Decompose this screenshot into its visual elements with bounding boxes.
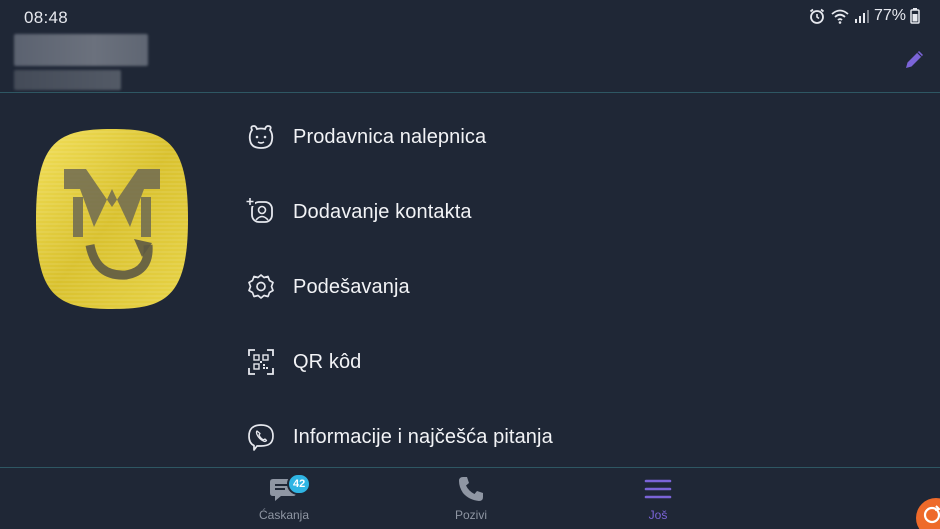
phone-icon	[459, 477, 483, 501]
tab-more[interactable]: Još	[598, 468, 718, 529]
menu-item-settings[interactable]: Podešavanja	[245, 257, 935, 317]
refresh-icon	[923, 505, 940, 524]
tab-label: Još	[648, 508, 668, 522]
menu-item-sticker-store[interactable]: Prodavnica nalepnica	[245, 107, 935, 167]
battery-icon	[910, 8, 920, 24]
floating-action-button[interactable]	[916, 498, 940, 529]
tab-calls[interactable]: Pozivi	[411, 468, 531, 529]
status-time: 08:48	[24, 8, 69, 27]
status-icons: 77%	[808, 7, 920, 25]
pencil-icon	[906, 51, 923, 68]
wifi-icon	[831, 9, 849, 24]
signal-icon	[854, 10, 869, 23]
menu-item-info-faq[interactable]: Informacije i najčešća pitanja	[245, 407, 935, 467]
menu-item-qr-code[interactable]: QR kôd	[245, 332, 935, 392]
tab-label: Ćaskanja	[258, 508, 310, 522]
qr-code-icon	[245, 346, 277, 378]
tab-label: Pozivi	[454, 508, 487, 522]
bottom-navigation: 42 Ćaskanja Pozivi Još	[0, 467, 940, 529]
profile-header	[0, 34, 940, 93]
menu-item-label: Podešavanja	[293, 275, 410, 298]
menu-item-add-contact[interactable]: Dodavanje kontakta	[245, 182, 935, 242]
gear-icon	[245, 271, 277, 303]
viber-info-icon	[245, 421, 277, 453]
menu-item-label: Dodavanje kontakta	[293, 200, 472, 223]
menu-icon	[644, 479, 672, 499]
sticker-bear-icon	[245, 121, 277, 153]
menu-item-label: Informacije i najčešća pitanja	[293, 425, 553, 448]
avatar[interactable]	[34, 127, 190, 311]
menu-item-label: QR kôd	[293, 350, 362, 373]
menu-item-label: Prodavnica nalepnica	[293, 125, 487, 148]
profile-phone-redacted	[14, 70, 121, 90]
status-bar: 08:48 77%	[0, 0, 940, 34]
tab-chats[interactable]: 42 Ćaskanja	[224, 468, 344, 529]
add-contact-icon	[245, 196, 277, 228]
unread-badge: 42	[287, 473, 312, 495]
battery-percent: 77%	[873, 7, 906, 24]
alarm-icon	[809, 8, 825, 24]
edit-profile-button[interactable]	[900, 46, 928, 74]
profile-name-redacted[interactable]	[14, 34, 148, 66]
